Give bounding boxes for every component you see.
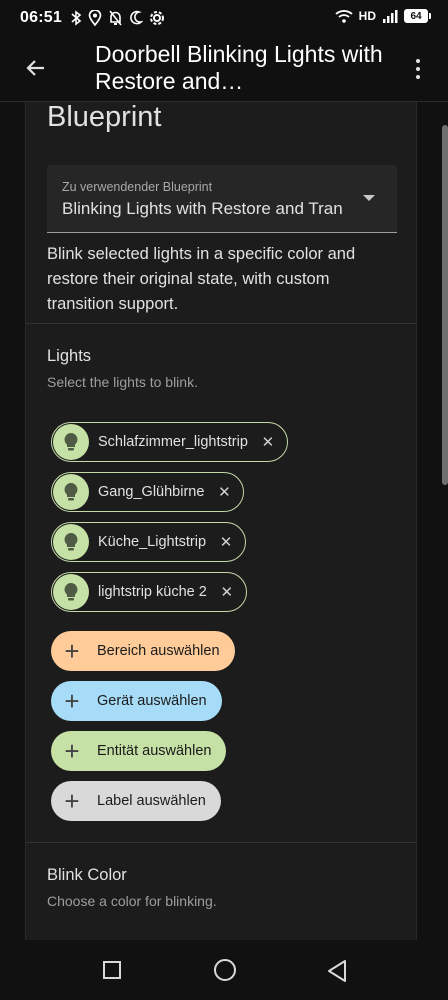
plus-icon: +	[64, 686, 80, 716]
dot-icon	[416, 59, 420, 63]
do-not-disturb-moon-icon	[130, 10, 143, 25]
close-icon[interactable]: ✕	[258, 432, 278, 452]
entity-chip[interactable]: lightstrip küche 2 ✕	[51, 572, 247, 612]
divider	[26, 323, 416, 324]
scrollbar[interactable]	[442, 125, 448, 485]
lightbulb-icon	[53, 574, 89, 610]
plus-icon: +	[64, 786, 80, 816]
status-left-icons	[70, 10, 165, 26]
add-entity-label: Entität auswählen	[97, 743, 212, 759]
add-device-button[interactable]: + Gerät auswählen	[51, 681, 222, 721]
location-icon	[88, 10, 102, 26]
blueprint-select[interactable]: Zu verwendender Blueprint Blinking Light…	[47, 165, 397, 233]
arrow-left-icon	[26, 60, 44, 76]
lightbulb-icon	[53, 524, 89, 560]
blueprint-card: Blueprint Zu verwendender Blueprint Blin…	[25, 102, 417, 940]
entity-chip[interactable]: Schlafzimmer_lightstrip ✕	[51, 422, 288, 462]
system-back-button[interactable]	[326, 959, 348, 983]
add-area-label: Bereich auswählen	[97, 643, 220, 659]
lightbulb-icon	[53, 424, 89, 460]
blink-color-subtitle: Choose a color for blinking.	[47, 893, 217, 909]
overflow-menu-button[interactable]	[410, 54, 426, 84]
bluetooth-icon	[71, 10, 82, 26]
plus-icon: +	[64, 636, 80, 666]
add-label-label: Label auswählen	[97, 793, 206, 809]
dropdown-arrow-icon	[363, 195, 375, 201]
close-icon[interactable]: ✕	[217, 582, 237, 602]
entity-chip[interactable]: Gang_Glühbirne ✕	[51, 472, 245, 512]
blink-color-title: Blink Color	[47, 866, 127, 884]
blueprint-select-value: Blinking Lights with Restore and Transit…	[62, 199, 342, 218]
chip-label: Gang_Glühbirne	[98, 484, 205, 500]
chip-label: Schlafzimmer_lightstrip	[98, 434, 248, 450]
status-time: 06:51	[20, 9, 62, 26]
status-right-icons: HD 64	[335, 9, 431, 23]
home-button[interactable]	[214, 959, 236, 981]
add-area-button[interactable]: + Bereich auswählen	[51, 631, 235, 671]
network-type-label: HD	[358, 9, 376, 23]
content-area[interactable]: Blueprint Zu verwendender Blueprint Blin…	[0, 102, 448, 940]
close-icon[interactable]: ✕	[216, 532, 236, 552]
chip-label: Küche_Lightstrip	[98, 534, 207, 550]
blueprint-select-label: Zu verwendender Blueprint	[62, 180, 213, 194]
wifi-icon	[335, 10, 353, 23]
entity-chip[interactable]: Küche_Lightstrip ✕	[51, 522, 247, 562]
app-bar: Doorbell Blinking Lights with Restore an…	[0, 36, 448, 102]
battery-icon: 64	[404, 9, 431, 23]
dot-icon	[416, 67, 420, 71]
blueprint-description: Blink selected lights in a specific colo…	[47, 245, 356, 313]
system-nav-bar	[0, 940, 448, 1000]
plus-icon: +	[64, 736, 80, 766]
close-icon[interactable]: ✕	[214, 482, 234, 502]
divider	[26, 842, 416, 843]
blueprint-heading: Blueprint	[47, 102, 162, 133]
back-button[interactable]	[20, 52, 52, 84]
add-label-button[interactable]: + Label auswählen	[51, 781, 221, 821]
chip-label: lightstrip küche 2	[98, 584, 207, 600]
dot-icon	[416, 75, 420, 79]
notifications-off-icon	[109, 10, 122, 26]
add-entity-button[interactable]: + Entität auswählen	[51, 731, 227, 771]
settings-sync-icon	[150, 11, 164, 25]
lights-title: Lights	[47, 347, 92, 365]
recent-apps-button[interactable]	[103, 961, 121, 979]
status-bar: 06:51 HD 64	[0, 0, 448, 36]
page-title: Doorbell Blinking Lights with Restore an…	[95, 41, 383, 94]
add-device-label: Gerät auswählen	[97, 693, 207, 709]
signal-strength-icon	[383, 10, 398, 23]
lightbulb-icon	[53, 474, 89, 510]
lights-subtitle: Select the lights to blink.	[47, 374, 198, 390]
